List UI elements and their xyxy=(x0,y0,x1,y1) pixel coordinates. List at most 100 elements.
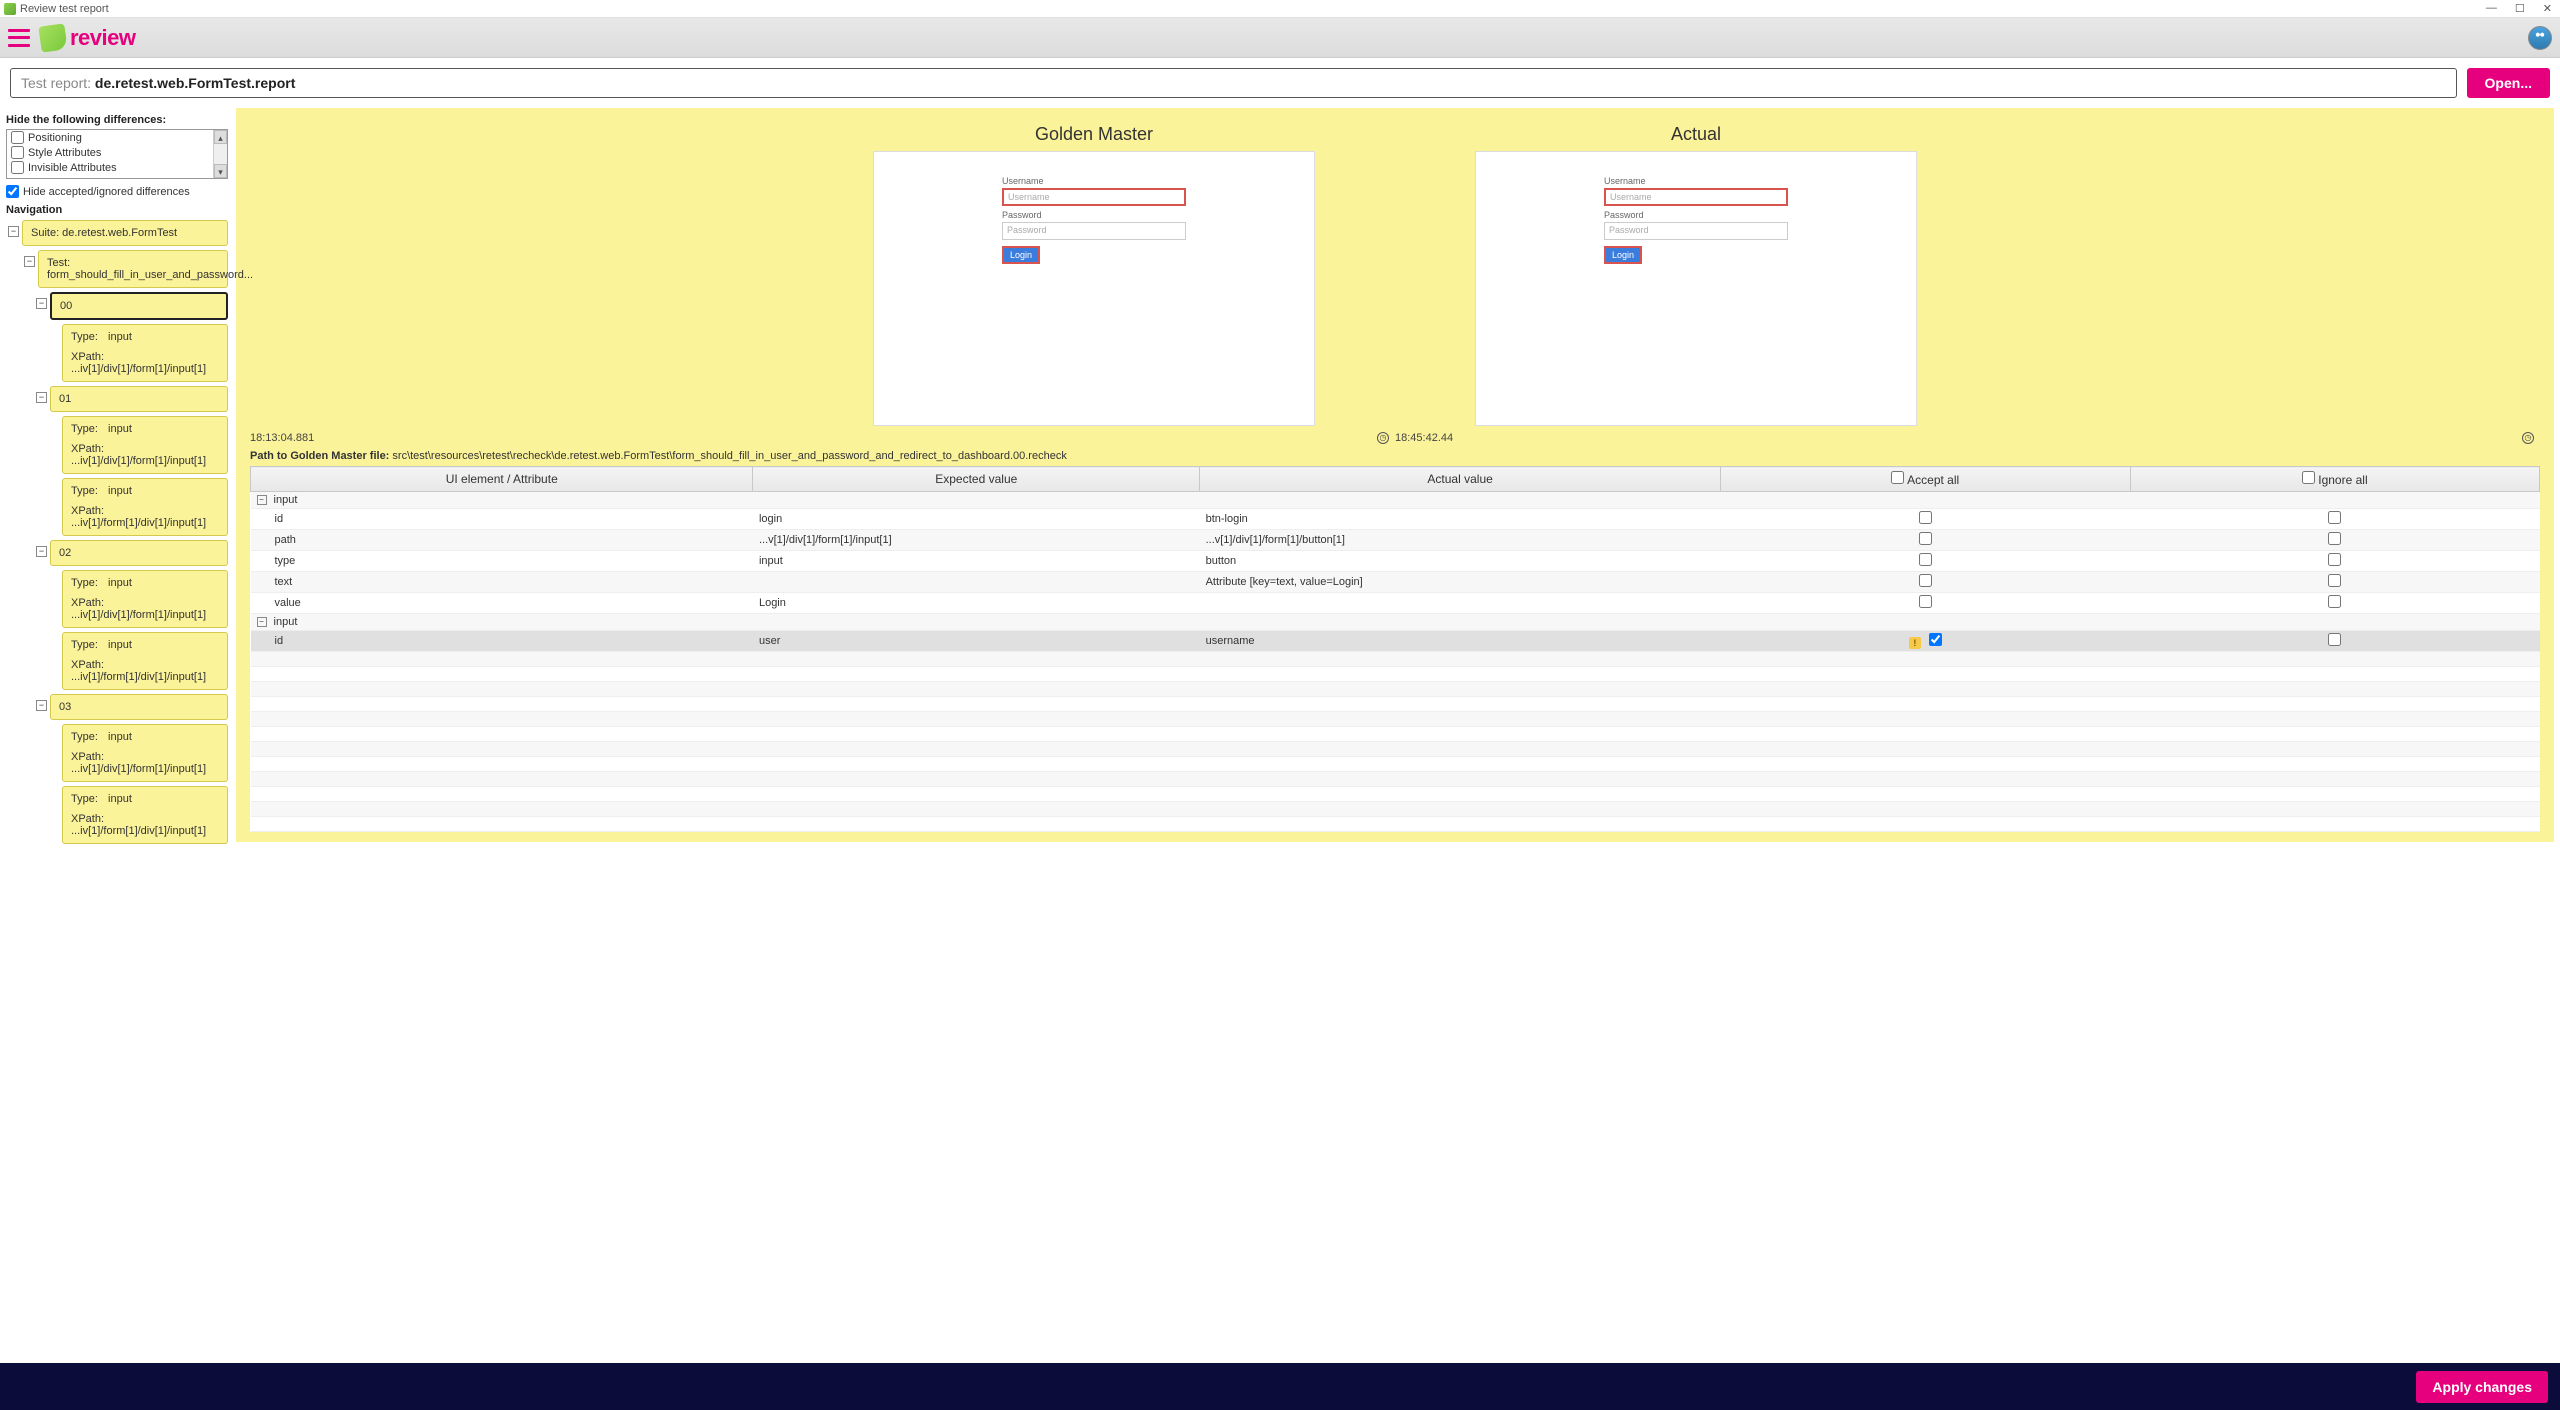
accept-checkbox[interactable] xyxy=(1929,633,1942,646)
gm-password-input: Password xyxy=(1002,222,1186,240)
accept-all-checkbox[interactable] xyxy=(1891,471,1904,484)
col-accept-all[interactable]: Accept all xyxy=(1721,467,2130,492)
report-value: de.retest.web.FormTest.report xyxy=(95,75,295,91)
top-toolbar: review xyxy=(0,18,2560,58)
ignore-checkbox[interactable] xyxy=(2328,511,2341,524)
report-bar: Test report: de.retest.web.FormTest.repo… xyxy=(0,58,2560,108)
app-icon xyxy=(4,3,16,15)
tree-toggle-icon[interactable]: − xyxy=(24,256,35,267)
report-label: Test report: xyxy=(21,75,95,91)
ac-username-input: Username xyxy=(1604,188,1788,206)
clock-icon: ◷ xyxy=(1377,432,1389,444)
main-panel: Golden Master Username Username Password… xyxy=(236,108,2554,842)
gm-login-button: Login xyxy=(1002,246,1040,264)
gm-username-input: Username xyxy=(1002,188,1186,206)
table-row[interactable]: path...v[1]/div[1]/form[1]/input[1]...v[… xyxy=(251,530,2540,551)
nav-node[interactable]: −02 xyxy=(50,540,228,566)
golden-timestamp: 18:13:04.881 xyxy=(250,432,314,444)
ignore-all-checkbox[interactable] xyxy=(2302,471,2315,484)
col-expected[interactable]: Expected value xyxy=(753,467,1200,492)
tree-toggle-icon[interactable]: − xyxy=(36,700,47,711)
nav-node[interactable]: −Test: form_should_fill_in_user_and_pass… xyxy=(38,250,228,288)
hide-accepted-label: Hide accepted/ignored differences xyxy=(23,186,190,198)
minimize-button[interactable]: — xyxy=(2482,2,2501,15)
col-ui-element[interactable]: UI element / Attribute xyxy=(251,467,753,492)
filter-list[interactable]: Positioning Style Attributes Invisible A… xyxy=(6,129,228,179)
accept-checkbox[interactable] xyxy=(1919,553,1932,566)
scroll-down-icon[interactable]: ▾ xyxy=(214,164,227,178)
nav-node[interactable]: Type: inputXPath: ...iv[1]/form[1]/div[1… xyxy=(62,786,228,844)
golden-master-path: Path to Golden Master file: src\test\res… xyxy=(250,450,2540,462)
warning-icon: ! xyxy=(1909,637,1921,649)
logo-text: review xyxy=(70,25,136,51)
golden-master-title: Golden Master xyxy=(873,124,1315,145)
close-button[interactable]: ✕ xyxy=(2539,2,2556,15)
table-row[interactable]: textAttribute [key=text, value=Login] xyxy=(251,572,2540,593)
filters-heading: Hide the following differences: xyxy=(6,114,228,126)
table-row[interactable]: valueLogin xyxy=(251,593,2540,614)
table-row[interactable]: − input xyxy=(251,492,2540,509)
golden-master-preview: Golden Master Username Username Password… xyxy=(873,124,1315,426)
actual-screenshot: Username Username Password Password Logi… xyxy=(1475,151,1917,426)
report-path-display: Test report: de.retest.web.FormTest.repo… xyxy=(10,68,2457,98)
filter-option[interactable]: Style Attributes xyxy=(7,145,213,160)
hide-accepted-checkbox[interactable]: Hide accepted/ignored differences xyxy=(6,185,228,198)
ac-password-input: Password xyxy=(1604,222,1788,240)
logo-mark-icon xyxy=(38,23,67,52)
actual-preview: Actual Username Username Password Passwo… xyxy=(1475,124,1917,426)
accept-checkbox[interactable] xyxy=(1919,532,1932,545)
nav-node[interactable]: −00 xyxy=(50,292,228,320)
navigation-heading: Navigation xyxy=(6,204,228,216)
logo: review xyxy=(40,25,136,51)
ignore-checkbox[interactable] xyxy=(2328,532,2341,545)
nav-node[interactable]: Type: inputXPath: ...iv[1]/form[1]/div[1… xyxy=(62,478,228,536)
sidebar: Hide the following differences: Position… xyxy=(6,108,228,848)
tree-toggle-icon[interactable]: − xyxy=(8,226,19,237)
ignore-checkbox[interactable] xyxy=(2328,633,2341,646)
clock-icon: ◷ xyxy=(2522,432,2534,444)
nav-node[interactable]: Type: inputXPath: ...iv[1]/div[1]/form[1… xyxy=(62,324,228,382)
table-row[interactable]: iduserusername! xyxy=(251,631,2540,652)
menu-icon[interactable] xyxy=(8,29,30,47)
nav-node[interactable]: Type: inputXPath: ...iv[1]/div[1]/form[1… xyxy=(62,724,228,782)
tree-toggle-icon[interactable]: − xyxy=(257,617,267,627)
col-actual[interactable]: Actual value xyxy=(1200,467,1721,492)
diff-table: UI element / Attribute Expected value Ac… xyxy=(250,466,2540,832)
avatar[interactable] xyxy=(2528,26,2552,50)
nav-node[interactable]: Type: inputXPath: ...iv[1]/div[1]/form[1… xyxy=(62,570,228,628)
filter-option[interactable]: Invisible Attributes xyxy=(7,160,213,175)
apply-changes-button[interactable]: Apply changes xyxy=(2416,1371,2548,1403)
titlebar: Review test report — ☐ ✕ xyxy=(0,0,2560,18)
tree-toggle-icon[interactable]: − xyxy=(257,495,267,505)
tree-toggle-icon[interactable]: − xyxy=(36,546,47,557)
col-ignore-all[interactable]: Ignore all xyxy=(2130,467,2539,492)
table-row[interactable]: idloginbtn-login xyxy=(251,509,2540,530)
ac-login-button: Login xyxy=(1604,246,1642,264)
nav-node[interactable]: Type: inputXPath: ...iv[1]/div[1]/form[1… xyxy=(62,416,228,474)
ignore-checkbox[interactable] xyxy=(2328,574,2341,587)
tree-toggle-icon[interactable]: − xyxy=(36,392,47,403)
window-title: Review test report xyxy=(20,3,2482,15)
scroll-up-icon[interactable]: ▴ xyxy=(214,130,227,144)
table-row[interactable]: − input xyxy=(251,614,2540,631)
ignore-checkbox[interactable] xyxy=(2328,553,2341,566)
accept-checkbox[interactable] xyxy=(1919,511,1932,524)
ignore-checkbox[interactable] xyxy=(2328,595,2341,608)
filter-scrollbar[interactable]: ▴ ▾ xyxy=(213,130,227,178)
actual-timestamp: 18:45:42.44 xyxy=(1395,432,1453,444)
nav-node[interactable]: −Suite: de.retest.web.FormTest xyxy=(22,220,228,246)
nav-node[interactable]: −03 xyxy=(50,694,228,720)
nav-node[interactable]: −01 xyxy=(50,386,228,412)
accept-checkbox[interactable] xyxy=(1919,574,1932,587)
nav-node[interactable]: Type: inputXPath: ...iv[1]/form[1]/div[1… xyxy=(62,632,228,690)
tree-toggle-icon[interactable]: − xyxy=(36,298,47,309)
maximize-button[interactable]: ☐ xyxy=(2511,2,2529,15)
filter-option[interactable]: Positioning xyxy=(7,130,213,145)
nav-tree: −Suite: de.retest.web.FormTest −Test: for… xyxy=(6,220,228,844)
accept-checkbox[interactable] xyxy=(1919,595,1932,608)
table-row[interactable]: typeinputbutton xyxy=(251,551,2540,572)
actual-title: Actual xyxy=(1475,124,1917,145)
golden-master-screenshot: Username Username Password Password Logi… xyxy=(873,151,1315,426)
footer: Apply changes xyxy=(0,1363,2560,1410)
open-button[interactable]: Open... xyxy=(2467,68,2550,98)
